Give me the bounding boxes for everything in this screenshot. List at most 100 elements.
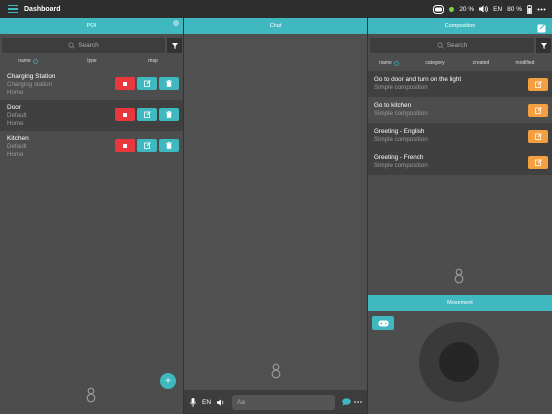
chat-language[interactable]: EN: [202, 399, 211, 406]
poi-col-map[interactable]: map: [128, 58, 178, 64]
edit-composition-button[interactable]: [528, 78, 548, 91]
sort-icon: [393, 60, 399, 66]
poi-filter-button[interactable]: [167, 38, 182, 53]
device-battery: 80 %: [507, 5, 522, 13]
chat-input-bar: EN Aa: [184, 390, 367, 414]
chat-title: Chat: [269, 23, 282, 29]
movement-header: Movement: [368, 295, 552, 311]
chat-input-placeholder: Aa: [237, 398, 245, 406]
stop-icon: [123, 112, 127, 117]
joystick-pad[interactable]: [419, 322, 499, 402]
poi-row[interactable]: Charging Station Charging station Home: [0, 69, 183, 100]
composition-row[interactable]: Greeting - English Simple composition: [368, 123, 552, 149]
composition-row[interactable]: Go to kitchen Simple composition: [368, 97, 552, 123]
trash-icon: [166, 142, 172, 149]
joystick-knob[interactable]: [439, 342, 479, 382]
composition-col-created[interactable]: created: [462, 60, 500, 66]
poi-type: Default: [7, 142, 27, 150]
gamepad-button[interactable]: [372, 316, 394, 330]
poi-name: Charging Station: [7, 72, 56, 80]
add-composition-button[interactable]: [537, 23, 547, 33]
stop-icon: [123, 143, 127, 148]
poi-type: Default: [7, 111, 27, 119]
poi-map: Home: [7, 88, 24, 96]
composition-name: Greeting - French: [374, 154, 424, 161]
composition-col-modified[interactable]: modified: [500, 60, 550, 66]
chat-header: Chat: [184, 18, 367, 34]
movement-title: Movement: [447, 300, 473, 306]
poi-title: POI: [86, 23, 97, 29]
settings-icon[interactable]: [173, 20, 179, 26]
filter-icon: [540, 42, 547, 49]
edit-composition-button[interactable]: [528, 130, 548, 143]
chat-message-input[interactable]: Aa: [232, 394, 336, 410]
more-options-icon[interactable]: [354, 401, 362, 403]
composition-name: Go to kitchen: [374, 102, 412, 109]
edit-button[interactable]: [137, 108, 157, 121]
robot-logo-icon: [86, 387, 96, 403]
status-area: 20 % EN 80 %: [428, 4, 546, 14]
composition-row[interactable]: Go to door and turn on the light Simple …: [368, 71, 552, 97]
delete-button[interactable]: [159, 77, 179, 90]
edit-icon: [534, 107, 542, 114]
delete-button[interactable]: [159, 139, 179, 152]
robot-logo-icon: [454, 268, 464, 284]
poi-column-headers: name type map: [0, 53, 183, 69]
composition-filter-button[interactable]: [536, 38, 551, 53]
top-bar: Dashboard 20 % EN 80 %: [0, 0, 552, 18]
composition-row[interactable]: Greeting - French Simple composition: [368, 149, 552, 175]
poi-row[interactable]: Kitchen Default Home: [0, 131, 183, 162]
edit-button[interactable]: [137, 77, 157, 90]
stop-button[interactable]: [115, 108, 135, 121]
edit-icon: [143, 142, 151, 149]
microphone-icon[interactable]: [190, 397, 196, 407]
sort-icon: [32, 58, 38, 64]
robot-battery: 20 %: [459, 5, 475, 13]
send-message-icon[interactable]: [342, 398, 351, 406]
composition-name: Go to door and turn on the light: [374, 76, 462, 83]
composition-col-category[interactable]: category: [408, 60, 462, 66]
composition-col-name[interactable]: name: [370, 60, 408, 66]
edit-composition-button[interactable]: [528, 104, 548, 117]
composition-search-row: Search: [370, 38, 551, 53]
chat-panel: Chat: [184, 18, 367, 414]
filter-icon: [171, 42, 178, 49]
app-title: Dashboard: [24, 5, 61, 13]
composition-search-input[interactable]: Search: [370, 38, 534, 53]
edit-composition-button[interactable]: [528, 156, 548, 169]
poi-panel: POI Search name type map Charging Statio…: [0, 18, 183, 414]
composition-name: Greeting - English: [374, 128, 425, 135]
poi-header: POI: [0, 18, 183, 34]
poi-name: Kitchen: [7, 134, 29, 142]
poi-search-input[interactable]: Search: [2, 38, 165, 53]
add-poi-button[interactable]: +: [160, 373, 176, 389]
gamepad-icon: [378, 320, 388, 326]
more-options-icon[interactable]: [537, 8, 546, 11]
robot-logo-icon: [271, 363, 281, 379]
delete-button[interactable]: [159, 108, 179, 121]
edit-icon: [143, 111, 151, 118]
menu-icon[interactable]: [8, 3, 18, 16]
poi-row[interactable]: Door Default Home: [0, 100, 183, 131]
edit-button[interactable]: [137, 139, 157, 152]
language-indicator[interactable]: EN: [493, 6, 502, 13]
trash-icon: [166, 111, 172, 118]
volume-icon[interactable]: [479, 5, 489, 13]
edit-icon: [534, 81, 542, 88]
poi-search-row: Search: [2, 38, 182, 53]
volume-icon[interactable]: [217, 398, 225, 406]
poi-col-name[interactable]: name: [0, 58, 56, 64]
poi-map: Home: [7, 150, 24, 158]
plus-icon: +: [165, 375, 171, 387]
stop-button[interactable]: [115, 139, 135, 152]
search-icon: [437, 42, 444, 49]
composition-type: Simple composition: [374, 84, 428, 91]
trash-icon: [166, 80, 172, 87]
composition-column-headers: name category created modified: [368, 55, 552, 71]
poi-col-type[interactable]: type: [56, 58, 128, 64]
poi-map: Home: [7, 119, 24, 127]
stop-button[interactable]: [115, 77, 135, 90]
poi-search-placeholder: Search: [78, 42, 99, 49]
edit-icon: [534, 133, 542, 140]
composition-type: Simple composition: [374, 162, 428, 169]
